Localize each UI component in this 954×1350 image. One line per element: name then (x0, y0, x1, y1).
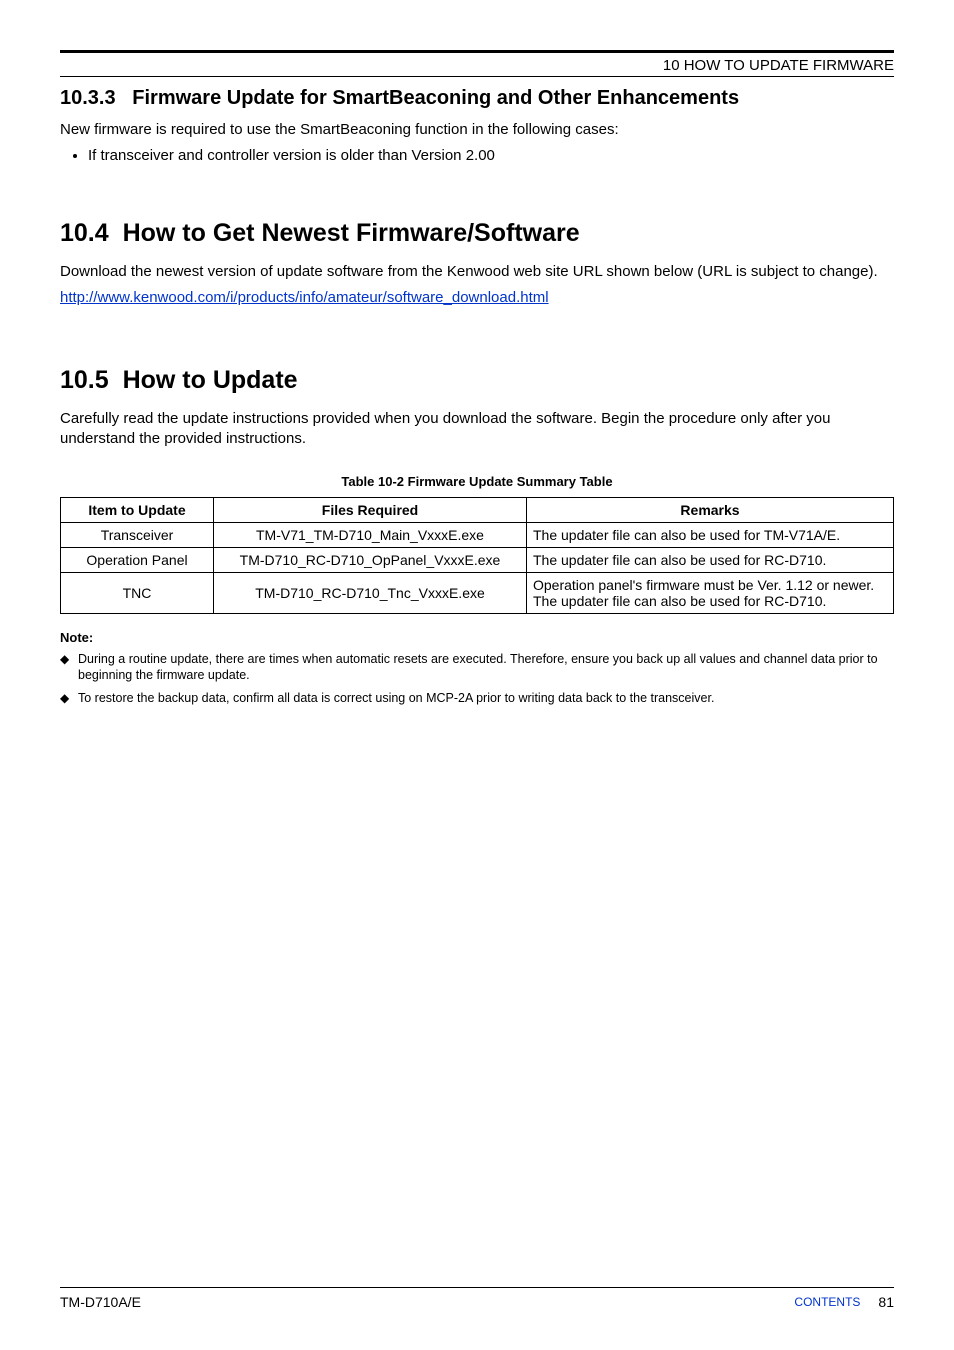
bullet-list-10-3-3: If transceiver and controller version is… (60, 146, 894, 166)
table-caption: Table 10-2 Firmware Update Summary Table (60, 474, 894, 489)
diamond-icon: ◆ (60, 651, 78, 685)
table-row: TNC TM-D710_RC-D710_Tnc_VxxxE.exe Operat… (61, 572, 894, 613)
download-link[interactable]: http://www.kenwood.com/i/products/info/a… (60, 289, 549, 306)
heading-number: 10.3.3 (60, 87, 116, 109)
heading-title: Firmware Update for SmartBeaconing and O… (132, 87, 739, 109)
cell-item: Transceiver (61, 522, 214, 547)
chapter-header: 10 HOW TO UPDATE FIRMWARE (60, 57, 894, 74)
heading-title: How to Update (123, 366, 298, 394)
paragraph-10-5: Carefully read the update instructions p… (60, 409, 894, 450)
note-item: ◆ During a routine update, there are tim… (60, 651, 894, 685)
heading-10-4: 10.4 How to Get Newest Firmware/Software (60, 219, 894, 248)
diamond-icon: ◆ (60, 690, 78, 707)
top-rule-thick (60, 50, 894, 53)
cell-remarks: The updater file can also be used for TM… (527, 522, 894, 547)
table-row: Operation Panel TM-D710_RC-D710_OpPanel_… (61, 547, 894, 572)
cell-remarks: Operation panel's firmware must be Ver. … (527, 572, 894, 613)
note-text: During a routine update, there are times… (78, 651, 894, 685)
table-row: Transceiver TM-V71_TM-D710_Main_VxxxE.ex… (61, 522, 894, 547)
bullet-item: If transceiver and controller version is… (88, 146, 894, 166)
note-header: Note: (60, 630, 894, 645)
under-rule (60, 76, 894, 77)
page-footer: TM-D710A/E CONTENTS 81 (60, 1287, 894, 1310)
cell-item: TNC (61, 572, 214, 613)
heading-title: How to Get Newest Firmware/Software (123, 219, 580, 247)
heading-number: 10.4 (60, 219, 109, 247)
note-text: To restore the backup data, confirm all … (78, 690, 894, 707)
cell-files: TM-D710_RC-D710_Tnc_VxxxE.exe (214, 572, 527, 613)
page-number: 81 (878, 1294, 894, 1310)
heading-10-5: 10.5 How to Update (60, 366, 894, 395)
th-files: Files Required (214, 497, 527, 522)
paragraph-10-4: Download the newest version of update so… (60, 262, 894, 282)
th-remarks: Remarks (527, 497, 894, 522)
cell-files: TM-V71_TM-D710_Main_VxxxE.exe (214, 522, 527, 547)
contents-link[interactable]: CONTENTS (794, 1295, 860, 1309)
heading-number: 10.5 (60, 366, 109, 394)
link-line-10-4: http://www.kenwood.com/i/products/info/a… (60, 288, 894, 308)
firmware-table: Item to Update Files Required Remarks Tr… (60, 497, 894, 614)
footer-left: TM-D710A/E (60, 1294, 141, 1310)
intro-10-3-3: New firmware is required to use the Smar… (60, 120, 894, 140)
table-header-row: Item to Update Files Required Remarks (61, 497, 894, 522)
cell-remarks: The updater file can also be used for RC… (527, 547, 894, 572)
note-item: ◆ To restore the backup data, confirm al… (60, 690, 894, 707)
heading-10-3-3: 10.3.3 Firmware Update for SmartBeaconin… (60, 87, 894, 110)
cell-files: TM-D710_RC-D710_OpPanel_VxxxE.exe (214, 547, 527, 572)
cell-item: Operation Panel (61, 547, 214, 572)
th-item: Item to Update (61, 497, 214, 522)
spacer (60, 314, 894, 354)
